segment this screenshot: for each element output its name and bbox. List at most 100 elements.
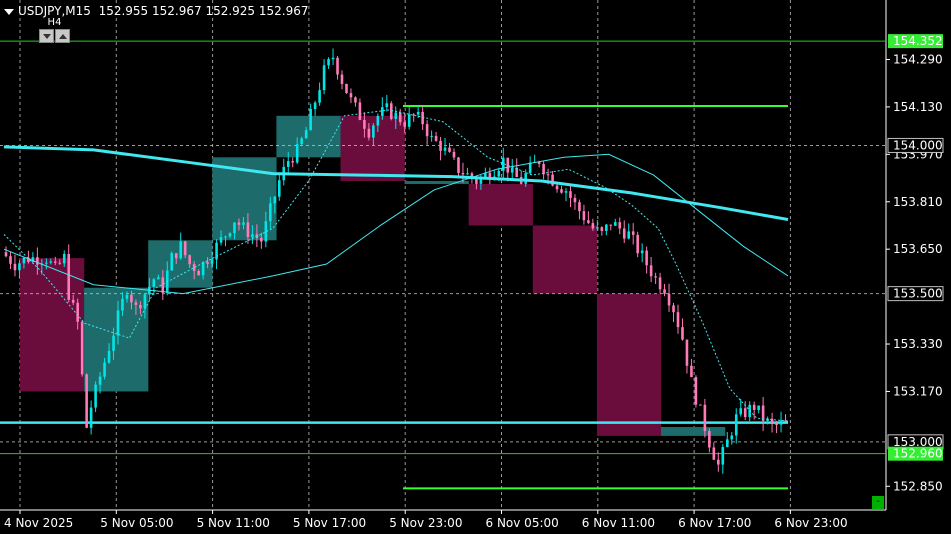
candle-body bbox=[672, 305, 675, 313]
candle-body bbox=[304, 130, 308, 139]
candle-body bbox=[703, 404, 707, 432]
candle-body bbox=[546, 174, 550, 176]
minus-button[interactable]: - bbox=[872, 496, 884, 509]
candle-body bbox=[385, 103, 389, 108]
candle-body bbox=[564, 191, 568, 193]
candle-body bbox=[121, 298, 124, 311]
candle-body bbox=[591, 223, 595, 229]
candle-body bbox=[631, 231, 635, 235]
candle-body bbox=[215, 242, 218, 260]
candle-body bbox=[210, 259, 214, 264]
candle-body bbox=[269, 203, 272, 222]
triangle-down-icon bbox=[42, 33, 51, 39]
candle-body bbox=[85, 374, 88, 428]
candle-body bbox=[640, 250, 644, 254]
candle-body bbox=[609, 224, 613, 226]
candle-body bbox=[313, 102, 317, 109]
candle-body bbox=[524, 173, 527, 184]
candle-body bbox=[618, 222, 622, 229]
candle-body bbox=[461, 172, 465, 175]
x-tick-label: 5 Nov 23:00 bbox=[389, 516, 462, 530]
candle-body bbox=[22, 257, 26, 264]
h4-candle-box bbox=[20, 258, 85, 392]
candle-body bbox=[233, 222, 236, 234]
timeframe-up-button[interactable] bbox=[55, 29, 70, 43]
candle-body bbox=[327, 59, 330, 66]
candle-body bbox=[340, 74, 344, 84]
candle-body bbox=[179, 241, 183, 259]
symbol-label: USDJPY,M15 bbox=[18, 4, 91, 18]
candle-body bbox=[13, 263, 17, 271]
candle-body bbox=[654, 276, 657, 278]
candle-body bbox=[174, 253, 178, 259]
y-tick-label: 152.850 bbox=[893, 479, 943, 493]
candle-body bbox=[439, 140, 442, 151]
candle-body bbox=[569, 191, 572, 198]
candle-body bbox=[376, 115, 380, 126]
candle-body bbox=[667, 293, 671, 306]
candle-body bbox=[743, 408, 747, 418]
candle-body bbox=[300, 138, 303, 145]
h4-candle-box bbox=[661, 427, 726, 436]
candle-body bbox=[712, 447, 716, 460]
price-chart[interactable]: 4 Nov 2025 5 Nov 05:00 5 Nov 11:00 5 Nov 17… bbox=[0, 0, 951, 534]
candle-body bbox=[685, 339, 689, 366]
x-tick-label: 6 Nov 05:00 bbox=[486, 516, 559, 530]
candle-body bbox=[260, 237, 263, 242]
candle-body bbox=[542, 164, 545, 175]
candle-body bbox=[775, 423, 778, 425]
y-tick-label: 153.170 bbox=[893, 384, 943, 398]
candle-body bbox=[497, 170, 501, 177]
triangle-up-icon bbox=[58, 33, 67, 39]
candle-body bbox=[76, 302, 79, 322]
candle-body bbox=[389, 103, 393, 119]
x-tick-label: 5 Nov 05:00 bbox=[100, 516, 173, 530]
candle-body bbox=[4, 252, 8, 257]
candle-body bbox=[676, 312, 680, 328]
candle-body bbox=[89, 407, 93, 428]
candle-body bbox=[578, 202, 581, 212]
candle-body bbox=[116, 310, 120, 336]
candle-body bbox=[694, 377, 698, 405]
timeframe-down-button[interactable] bbox=[39, 29, 54, 43]
candle-body bbox=[309, 108, 312, 131]
candle-body bbox=[36, 257, 39, 265]
y-tick-label: 153.810 bbox=[893, 195, 943, 209]
candle-body bbox=[331, 57, 335, 60]
candle-body bbox=[394, 112, 398, 119]
candle-body bbox=[130, 294, 133, 303]
candle-body bbox=[622, 228, 626, 239]
candle-body bbox=[80, 321, 84, 375]
h4-candle-box bbox=[276, 115, 341, 158]
dropdown-triangle-icon[interactable] bbox=[4, 8, 14, 15]
candle-body bbox=[49, 261, 53, 263]
ohlc-values: 152.955 152.967 152.925 152.967 bbox=[98, 4, 309, 18]
candle-body bbox=[197, 270, 200, 276]
candle-body bbox=[372, 125, 375, 138]
candle-body bbox=[381, 107, 384, 116]
candle-body bbox=[143, 294, 147, 309]
candle-body bbox=[336, 57, 339, 75]
candle-body bbox=[112, 335, 115, 351]
candle-body bbox=[58, 262, 62, 264]
candle-body bbox=[18, 263, 21, 271]
candle-body bbox=[636, 234, 639, 254]
candle-body bbox=[403, 122, 407, 127]
candle-body bbox=[645, 250, 648, 266]
candle-body bbox=[600, 227, 604, 231]
candle-body bbox=[717, 459, 720, 465]
candle-body bbox=[560, 189, 563, 193]
y-tick-label: 153.330 bbox=[893, 337, 943, 351]
candle-body bbox=[358, 102, 362, 120]
candle-body bbox=[649, 265, 653, 277]
candle-body bbox=[757, 405, 760, 410]
candle-body bbox=[425, 124, 429, 137]
candle-body bbox=[452, 151, 456, 158]
h4-candle-box bbox=[468, 183, 533, 226]
price-marker-label: 152.960 bbox=[893, 447, 943, 461]
h4-candle-box bbox=[532, 225, 598, 294]
candle-body bbox=[730, 435, 734, 440]
candle-body bbox=[103, 362, 106, 377]
candle-body bbox=[407, 114, 411, 127]
candle-body bbox=[582, 211, 586, 221]
